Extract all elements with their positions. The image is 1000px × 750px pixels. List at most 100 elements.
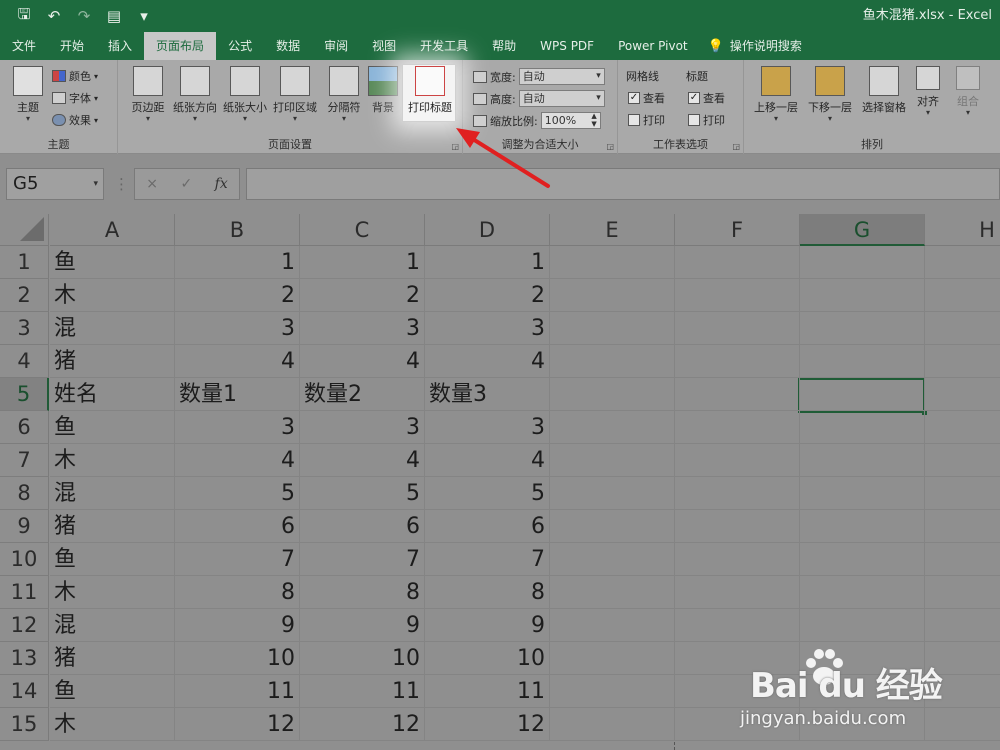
cell-D1[interactable]: 1 [425, 246, 550, 279]
headings-print-checkbox[interactable]: 打印 [688, 112, 725, 128]
cell-D13[interactable]: 10 [425, 642, 550, 675]
column-header-C[interactable]: C [300, 214, 425, 246]
cell-B2[interactable]: 2 [175, 279, 300, 312]
row-header-5[interactable]: 5 [0, 378, 49, 411]
cell-B3[interactable]: 3 [175, 312, 300, 345]
effects-button[interactable]: 效果 ▾ [52, 112, 98, 128]
save-icon[interactable]: 🖫 [14, 4, 34, 29]
cell-D3[interactable]: 3 [425, 312, 550, 345]
row-header-15[interactable]: 15 [0, 708, 49, 741]
column-header-H[interactable]: H [925, 214, 1000, 246]
tab-11[interactable]: Power Pivot [606, 32, 700, 60]
tab-0[interactable]: 文件 [0, 32, 48, 60]
cell-E9[interactable] [550, 510, 675, 543]
row-header-4[interactable]: 4 [0, 345, 49, 378]
cell-D12[interactable]: 9 [425, 609, 550, 642]
cell-H3[interactable] [925, 312, 1000, 345]
row-header-7[interactable]: 7 [0, 444, 49, 477]
scale-launcher-icon[interactable]: ◲ [606, 142, 614, 151]
row-header-1[interactable]: 1 [0, 246, 49, 279]
send-backward-button[interactable]: 下移一层 ▾ [804, 64, 856, 123]
column-header-B[interactable]: B [175, 214, 300, 246]
background-button[interactable]: 背景 [362, 64, 404, 115]
column-header-A[interactable]: A [50, 214, 175, 246]
row-header-12[interactable]: 12 [0, 609, 49, 642]
cell-A15[interactable]: 木 [50, 708, 175, 741]
row-header-2[interactable]: 2 [0, 279, 49, 312]
cancel-icon[interactable]: × [146, 176, 158, 192]
cell-E8[interactable] [550, 477, 675, 510]
cell-H6[interactable] [925, 411, 1000, 444]
cell-E10[interactable] [550, 543, 675, 576]
cell-H11[interactable] [925, 576, 1000, 609]
row-header-6[interactable]: 6 [0, 411, 49, 444]
height-select[interactable]: 自动 ▾ [518, 90, 605, 107]
gridlines-print-checkbox[interactable]: 打印 [628, 112, 665, 128]
margins-button[interactable]: 页边距 ▾ [124, 64, 172, 123]
cell-F10[interactable] [675, 543, 800, 576]
formula-input[interactable] [246, 168, 1000, 200]
cell-B15[interactable]: 12 [175, 708, 300, 741]
cell-E15[interactable] [550, 708, 675, 741]
cell-E1[interactable] [550, 246, 675, 279]
cell-B4[interactable]: 4 [175, 345, 300, 378]
row-header-3[interactable]: 3 [0, 312, 49, 345]
cell-F3[interactable] [675, 312, 800, 345]
insert-function-icon[interactable]: fx [215, 176, 228, 192]
cell-B13[interactable]: 10 [175, 642, 300, 675]
cell-H4[interactable] [925, 345, 1000, 378]
row-header-13[interactable]: 13 [0, 642, 49, 675]
cell-F6[interactable] [675, 411, 800, 444]
cell-A8[interactable]: 混 [50, 477, 175, 510]
cell-B11[interactable]: 8 [175, 576, 300, 609]
cell-H7[interactable] [925, 444, 1000, 477]
row-header-14[interactable]: 14 [0, 675, 49, 708]
tell-me-search[interactable]: 💡 操作说明搜索 [700, 32, 814, 60]
cell-G6[interactable] [800, 411, 925, 444]
cell-F5[interactable] [675, 378, 800, 411]
column-header-F[interactable]: F [675, 214, 800, 246]
cell-C9[interactable]: 6 [300, 510, 425, 543]
cell-C7[interactable]: 4 [300, 444, 425, 477]
cell-B10[interactable]: 7 [175, 543, 300, 576]
cell-G9[interactable] [800, 510, 925, 543]
tab-5[interactable]: 数据 [264, 32, 312, 60]
cell-C10[interactable]: 7 [300, 543, 425, 576]
cell-B9[interactable]: 6 [175, 510, 300, 543]
cell-H10[interactable] [925, 543, 1000, 576]
cell-D10[interactable]: 7 [425, 543, 550, 576]
cell-F2[interactable] [675, 279, 800, 312]
colors-button[interactable]: 颜色 ▾ [52, 68, 98, 84]
name-box[interactable]: G5 ▾ [6, 168, 104, 200]
cell-G11[interactable] [800, 576, 925, 609]
cell-A10[interactable]: 鱼 [50, 543, 175, 576]
row-header-9[interactable]: 9 [0, 510, 49, 543]
headings-view-checkbox[interactable]: ✓ 查看 [688, 90, 725, 106]
breaks-button[interactable]: 分隔符 ▾ [320, 64, 368, 123]
print-area-button[interactable]: 打印区域 ▾ [270, 64, 320, 123]
cell-A3[interactable]: 混 [50, 312, 175, 345]
cell-C1[interactable]: 1 [300, 246, 425, 279]
cell-B7[interactable]: 4 [175, 444, 300, 477]
fonts-button[interactable]: 字体 ▾ [52, 90, 98, 106]
selection-pane-button[interactable]: 选择窗格 [858, 64, 910, 115]
column-header-D[interactable]: D [425, 214, 550, 246]
cell-B14[interactable]: 11 [175, 675, 300, 708]
cell-F8[interactable] [675, 477, 800, 510]
cell-G1[interactable] [800, 246, 925, 279]
cell-H5[interactable] [925, 378, 1000, 411]
cell-F9[interactable] [675, 510, 800, 543]
cell-A6[interactable]: 鱼 [50, 411, 175, 444]
cell-C3[interactable]: 3 [300, 312, 425, 345]
theme-button[interactable]: 主题 ▾ [4, 64, 52, 123]
cell-B6[interactable]: 3 [175, 411, 300, 444]
tab-8[interactable]: 开发工具 [408, 32, 480, 60]
cell-C4[interactable]: 4 [300, 345, 425, 378]
cell-E12[interactable] [550, 609, 675, 642]
tab-1[interactable]: 开始 [48, 32, 96, 60]
tab-7[interactable]: 视图 [360, 32, 408, 60]
cell-E7[interactable] [550, 444, 675, 477]
cell-A1[interactable]: 鱼 [50, 246, 175, 279]
cell-A4[interactable]: 猪 [50, 345, 175, 378]
cell-D2[interactable]: 2 [425, 279, 550, 312]
